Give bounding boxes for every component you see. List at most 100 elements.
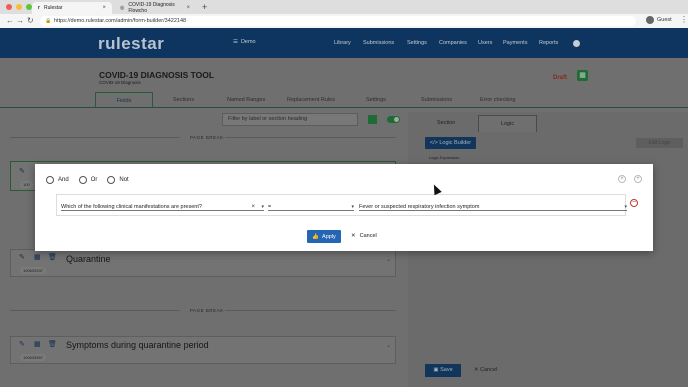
close-tab-icon[interactable]: × (186, 5, 190, 11)
operator-select[interactable]: = ▾ (268, 203, 354, 211)
trash-icon[interactable]: 🗑 (48, 253, 57, 261)
cancel-button[interactable]: ✕ Cancel (474, 367, 497, 373)
logic-builder-button[interactable]: </> Logic Builder (425, 137, 476, 149)
browser-tab-flowchart[interactable]: ◎ COVID-19 Diagnosis Flowcho × (114, 2, 196, 14)
filter-button[interactable] (368, 115, 377, 124)
chevron-down-icon[interactable]: ⌄ (386, 342, 391, 349)
cancel-label: Cancel (480, 367, 498, 373)
field-label: Symptoms during quarantine period (66, 340, 209, 350)
nav-submissions[interactable]: Submissions (363, 40, 394, 46)
pencil-icon[interactable]: ✎ (19, 253, 25, 261)
tab-submissions[interactable]: Submissions (421, 97, 452, 103)
chevron-down-icon[interactable]: ⌄ (386, 256, 391, 263)
code-icon: </> (429, 140, 440, 146)
logo[interactable]: rulestar (98, 34, 164, 54)
rulestar-favicon-icon: r (38, 5, 40, 11)
question-select[interactable]: Which of the following clinical manifest… (61, 203, 264, 211)
tab-logic[interactable]: Logic (478, 115, 537, 132)
add-circle-icon[interactable]: + (634, 175, 642, 183)
page-break-label: PAGE BREAK (190, 135, 224, 140)
status-badge: Draft (553, 75, 568, 81)
trash-icon[interactable]: 🗑 (48, 340, 57, 348)
radio-circle[interactable] (46, 176, 54, 184)
address-bar[interactable]: 🔒 https://demo.rulestar.com/admin/form-b… (40, 16, 636, 26)
tab-error-checking[interactable]: Error checking (480, 97, 515, 103)
radio-label: Or (90, 177, 98, 183)
thumbs-up-icon: 👍 (312, 233, 320, 240)
field-id: 100633937 (20, 267, 47, 274)
nav-companies[interactable]: Companies (439, 40, 467, 46)
grid-icon[interactable]: ▦ (34, 340, 41, 348)
tab-strip: r Rulestar × ◎ COVID-19 Diagnosis Flowch… (0, 0, 688, 14)
radio-not[interactable]: Not (107, 176, 129, 184)
filter-input[interactable]: Filter by label or section heading (222, 113, 358, 126)
radio-circle[interactable] (107, 176, 116, 184)
apply-label: Apply (322, 233, 336, 240)
page-subtitle: COVID-19 Diagnosis (99, 80, 141, 85)
tab-named-ranges[interactable]: Named Ranges (227, 97, 265, 103)
radio-circle[interactable] (78, 176, 87, 184)
workspace-menu[interactable]: ☰ Demo (233, 39, 256, 45)
value-text: Fever or suspected respiratory infection… (359, 204, 480, 210)
condition-row: Which of the following clinical manifest… (56, 194, 627, 216)
cancel-button[interactable]: ✕ Cancel (351, 233, 377, 239)
radio-or[interactable]: Or (78, 176, 98, 184)
cancel-label: Cancel (359, 233, 377, 239)
user-icon[interactable] (573, 40, 580, 47)
tab-section[interactable]: Section (437, 120, 455, 126)
tab-replacement-rules[interactable]: Replacement Rules (287, 97, 335, 103)
profile-button[interactable]: Guest (646, 16, 672, 24)
tab-divider (0, 107, 688, 108)
radio-label: Not (119, 177, 129, 183)
pencil-icon[interactable]: ✎ (19, 167, 25, 175)
divider (225, 310, 396, 311)
page-break-label: PAGE BREAK (190, 308, 224, 313)
divider (10, 137, 180, 138)
back-icon[interactable]: ← (6, 16, 14, 25)
pencil-icon[interactable]: ✎ (19, 340, 25, 348)
page-title: COVID-19 DIAGNOSIS TOOL (99, 70, 215, 80)
browser-menu-icon[interactable]: ⋮ (680, 15, 688, 24)
operator-value: = (268, 204, 272, 210)
edit-logic-button[interactable]: Edit Logic (636, 138, 683, 148)
nav-users[interactable]: Users (478, 40, 492, 46)
caret-down-icon: ▾ (261, 204, 264, 210)
close-tab-icon[interactable]: × (102, 5, 106, 11)
forward-icon[interactable]: → (16, 16, 24, 25)
caret-down-icon: ▾ (351, 204, 354, 210)
operator-radio-group: And Or Not (46, 176, 129, 184)
logic-builder-modal: And Or Not × + Which of the following cl… (35, 164, 653, 251)
nav-payments[interactable]: Payments (503, 40, 527, 46)
window-controls (6, 4, 32, 10)
nav-settings[interactable]: Settings (407, 40, 427, 46)
tab-settings[interactable]: Settings (366, 97, 386, 103)
nav-reports[interactable]: Reports (539, 40, 558, 46)
profile-label: Guest (657, 17, 672, 23)
lock-icon: 🔒 (45, 18, 52, 24)
close-circle-icon[interactable]: × (618, 175, 626, 183)
radio-and[interactable]: And (46, 176, 69, 184)
grid-icon[interactable]: ▦ (577, 70, 588, 81)
value-select[interactable]: Fever or suspected respiratory infection… (359, 203, 627, 211)
minimize-window-button[interactable] (16, 4, 22, 10)
toggle-switch[interactable] (387, 116, 400, 123)
close-window-button[interactable] (6, 4, 12, 10)
reload-icon[interactable]: ↻ (27, 16, 34, 25)
tab-sections[interactable]: Sections (173, 97, 194, 103)
url-text: https://demo.rulestar.com/admin/form-bui… (54, 18, 187, 24)
browser-toolbar: ← → ↻ 🔒 https://demo.rulestar.com/admin/… (0, 14, 688, 28)
field-label: Quarantine (66, 254, 111, 264)
browser-tab-rulestar[interactable]: r Rulestar × (32, 2, 112, 14)
apply-button[interactable]: 👍 Apply (307, 230, 341, 243)
workspace-label: Demo (240, 39, 256, 45)
grid-icon[interactable]: ▦ (34, 253, 41, 261)
logic-builder-label: Logic Builder (439, 140, 472, 146)
save-button[interactable]: ▣ Save (425, 364, 461, 377)
globe-icon: ◎ (120, 5, 125, 11)
remove-condition-icon[interactable]: − (630, 199, 638, 207)
clear-icon[interactable]: × (251, 203, 255, 211)
new-tab-button[interactable]: + (202, 2, 207, 12)
hamburger-icon: ☰ (233, 39, 238, 45)
tab-fields[interactable]: Fields (95, 92, 153, 108)
nav-library[interactable]: Library (334, 40, 351, 46)
